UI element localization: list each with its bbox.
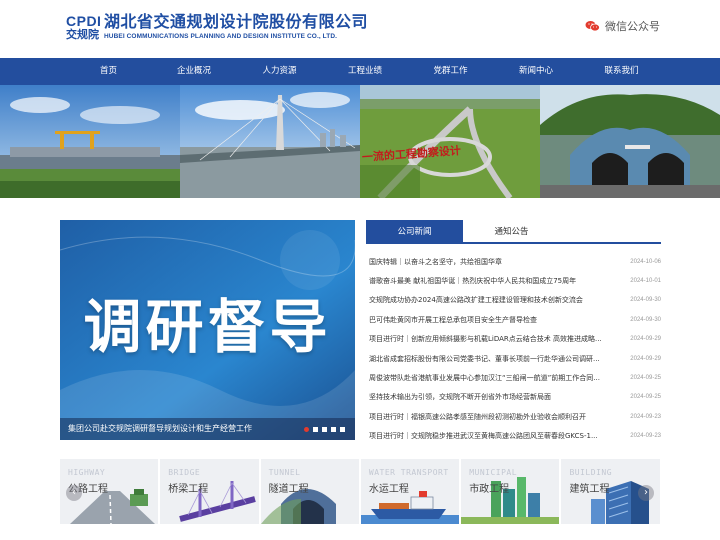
category-en-label: WATER TRANSPORT	[368, 468, 449, 477]
news-title[interactable]: 湖北省成套招标股份有限公司党委书记、董事长项前一行赴华通公司调研...	[369, 354, 617, 364]
banner-photo-interchange: 一流的工程勘察设计	[360, 85, 540, 198]
organization-name-cn: 湖北省交通规划设计院股份有限公司	[104, 12, 369, 31]
main-nav: 首页 企业概况 人力资源 工程业绩 党群工作 新闻中心 联系我们	[0, 58, 720, 85]
category-en-label: BUILDING	[569, 468, 613, 477]
news-date: 2024-09-23	[630, 413, 661, 420]
nav-item-projects[interactable]: 工程业绩	[322, 58, 408, 85]
category-cn-label: 桥梁工程	[168, 484, 209, 495]
tab-company-news[interactable]: 公司新闻	[366, 220, 463, 242]
news-tabs: 公司新闻 通知公告	[366, 220, 661, 244]
chevron-right-icon: ›	[644, 487, 648, 498]
news-item[interactable]: 巴可伟赴黄冈市开展工程总承包项目安全生产督导检查 2024-09-30	[366, 310, 661, 329]
news-item[interactable]: 坚持技术输出为引领，交规院不断开创省外市场经营新局面 2024-09-25	[366, 388, 661, 407]
organization-name: 湖北省交通规划设计院股份有限公司 HUBEI COMMUNICATIONS PL…	[104, 12, 368, 42]
wechat-icon	[585, 21, 600, 32]
category-cn-label: 隧道工程	[268, 484, 309, 495]
carousel-next-button[interactable]: ›	[638, 485, 654, 501]
news-panel: 公司新闻 通知公告 国庆特辑｜以奋斗之名坚守，共绘祖国华章 2024-10-06 …	[366, 220, 661, 446]
slide-dot[interactable]	[340, 427, 345, 432]
nav-item-home[interactable]: 首页	[66, 58, 152, 85]
category-tunnel[interactable]: TUNNEL 隧道工程	[260, 459, 359, 524]
category-cn-label: 水运工程	[368, 484, 409, 495]
wechat-label: 微信公众号	[605, 20, 660, 33]
news-date: 2024-10-06	[630, 258, 661, 265]
slide-dot[interactable]	[304, 427, 309, 432]
hero-banner: 一流的工程勘察设计	[0, 85, 720, 198]
news-date: 2024-09-29	[630, 355, 661, 362]
news-item[interactable]: 周俊波带队赴省港航事业发展中心参加汉江“三船闸一航道”前期工作合同... 2024…	[366, 368, 661, 387]
tab-announcements[interactable]: 通知公告	[463, 220, 560, 242]
nav-item-news-center[interactable]: 新闻中心	[493, 58, 579, 85]
news-date: 2024-10-01	[630, 278, 661, 285]
banner-photo-cable-bridge	[180, 85, 360, 198]
slide-indicators	[304, 427, 345, 432]
nav-item-contact[interactable]: 联系我们	[579, 58, 665, 85]
nav-item-party-work[interactable]: 党群工作	[408, 58, 494, 85]
nav-item-human-resources[interactable]: 人力资源	[237, 58, 323, 85]
news-date: 2024-09-30	[630, 316, 661, 323]
news-title[interactable]: 周俊波带队赴省港航事业发展中心参加汉江“三船闸一航道”前期工作合同...	[369, 373, 617, 383]
slide-dot[interactable]	[322, 427, 327, 432]
category-water-transport[interactable]: WATER TRANSPORT 水运工程	[360, 459, 460, 524]
logo[interactable]: CPDI 交规院	[66, 13, 102, 42]
news-item[interactable]: 湖北省成套招标股份有限公司党委书记、董事长项前一行赴华通公司调研... 2024-…	[366, 349, 661, 368]
banner-photo-tunnel	[540, 85, 720, 198]
news-title[interactable]: 交规院成功协办2024高速公路改扩建工程建设管理和技术创新交流会	[369, 295, 617, 305]
news-item[interactable]: 项目进行时｜交规院稳步推进武汉至黄梅高速公路团风至蕲春段GKCS-1... 202…	[366, 427, 661, 446]
carousel-prev-button[interactable]: ‹	[66, 485, 82, 501]
news-item[interactable]: 项目进行时｜福银高速公路孝感至随州段初测初勘外业验收会顺利召开 2024-09-2…	[366, 407, 661, 426]
news-item[interactable]: 项目进行时｜创新应用倾斜摄影与机载LiDAR点云结合技术 高效推进成略... 20…	[366, 330, 661, 349]
business-categories: HIGHWAY 公路工程 BRIDGE 桥梁工程 TUNNEL 隧道工程 WAT…	[60, 459, 660, 524]
news-title[interactable]: 项目进行时｜创新应用倾斜摄影与机载LiDAR点云结合技术 高效推进成略...	[369, 334, 617, 344]
logo-abbreviation: CPDI	[66, 13, 102, 29]
nav-item-company-overview[interactable]: 企业概况	[151, 58, 237, 85]
news-item[interactable]: 交规院成功协办2024高速公路改扩建工程建设管理和技术创新交流会 2024-09-…	[366, 291, 661, 310]
category-municipal[interactable]: MUNICIPAL 市政工程	[461, 459, 560, 524]
feature-slideshow[interactable]: 调研督导 集团公司赴交规院调研督导规划设计和生产经营工作	[60, 220, 355, 440]
feature-headline: 调研督导	[83, 293, 332, 361]
news-date: 2024-09-23	[630, 433, 661, 440]
news-item[interactable]: 国庆特辑｜以奋斗之名坚守，共绘祖国华章 2024-10-06	[366, 252, 661, 271]
category-en-label: BRIDGE	[168, 468, 201, 477]
news-list: 国庆特辑｜以奋斗之名坚守，共绘祖国华章 2024-10-06 谱歌奋斗最美 献礼祖…	[366, 252, 661, 446]
category-cn-label: 市政工程	[469, 484, 510, 495]
news-title[interactable]: 巴可伟赴黄冈市开展工程总承包项目安全生产督导检查	[369, 315, 617, 325]
organization-name-en: HUBEI COMMUNICATIONS PLANNING AND DESIGN…	[104, 33, 338, 40]
site-header: CPDI 交规院 湖北省交通规划设计院股份有限公司 HUBEI COMMUNIC…	[0, 0, 720, 58]
news-title[interactable]: 项目进行时｜福银高速公路孝感至随州段初测初勘外业验收会顺利召开	[369, 412, 617, 422]
news-title[interactable]: 坚持技术输出为引领，交规院不断开创省外市场经营新局面	[369, 392, 617, 402]
category-en-label: HIGHWAY	[68, 468, 106, 477]
logo-short-name: 交规院	[66, 28, 99, 41]
news-title[interactable]: 国庆特辑｜以奋斗之名坚守，共绘祖国华章	[369, 257, 617, 267]
chevron-left-icon: ‹	[72, 487, 76, 498]
banner-photo-harbor	[0, 85, 180, 198]
slide-dot[interactable]	[331, 427, 336, 432]
news-date: 2024-09-25	[630, 394, 661, 401]
category-bridge[interactable]: BRIDGE 桥梁工程	[160, 459, 259, 524]
category-en-label: MUNICIPAL	[469, 468, 518, 477]
category-en-label: TUNNEL	[268, 468, 301, 477]
news-title[interactable]: 谱歌奋斗最美 献礼祖国华诞｜热烈庆祝中华人民共和国成立75周年	[369, 276, 617, 286]
news-date: 2024-09-29	[630, 336, 661, 343]
news-item[interactable]: 谱歌奋斗最美 献礼祖国华诞｜热烈庆祝中华人民共和国成立75周年 2024-10-0…	[366, 271, 661, 290]
news-date: 2024-09-30	[630, 297, 661, 304]
slide-dot[interactable]	[313, 427, 318, 432]
news-title[interactable]: 项目进行时｜交规院稳步推进武汉至黄梅高速公路团风至蕲春段GKCS-1...	[369, 431, 617, 441]
wechat-link[interactable]: 微信公众号	[585, 18, 660, 34]
news-date: 2024-09-25	[630, 375, 661, 382]
category-cn-label: 建筑工程	[569, 484, 610, 495]
